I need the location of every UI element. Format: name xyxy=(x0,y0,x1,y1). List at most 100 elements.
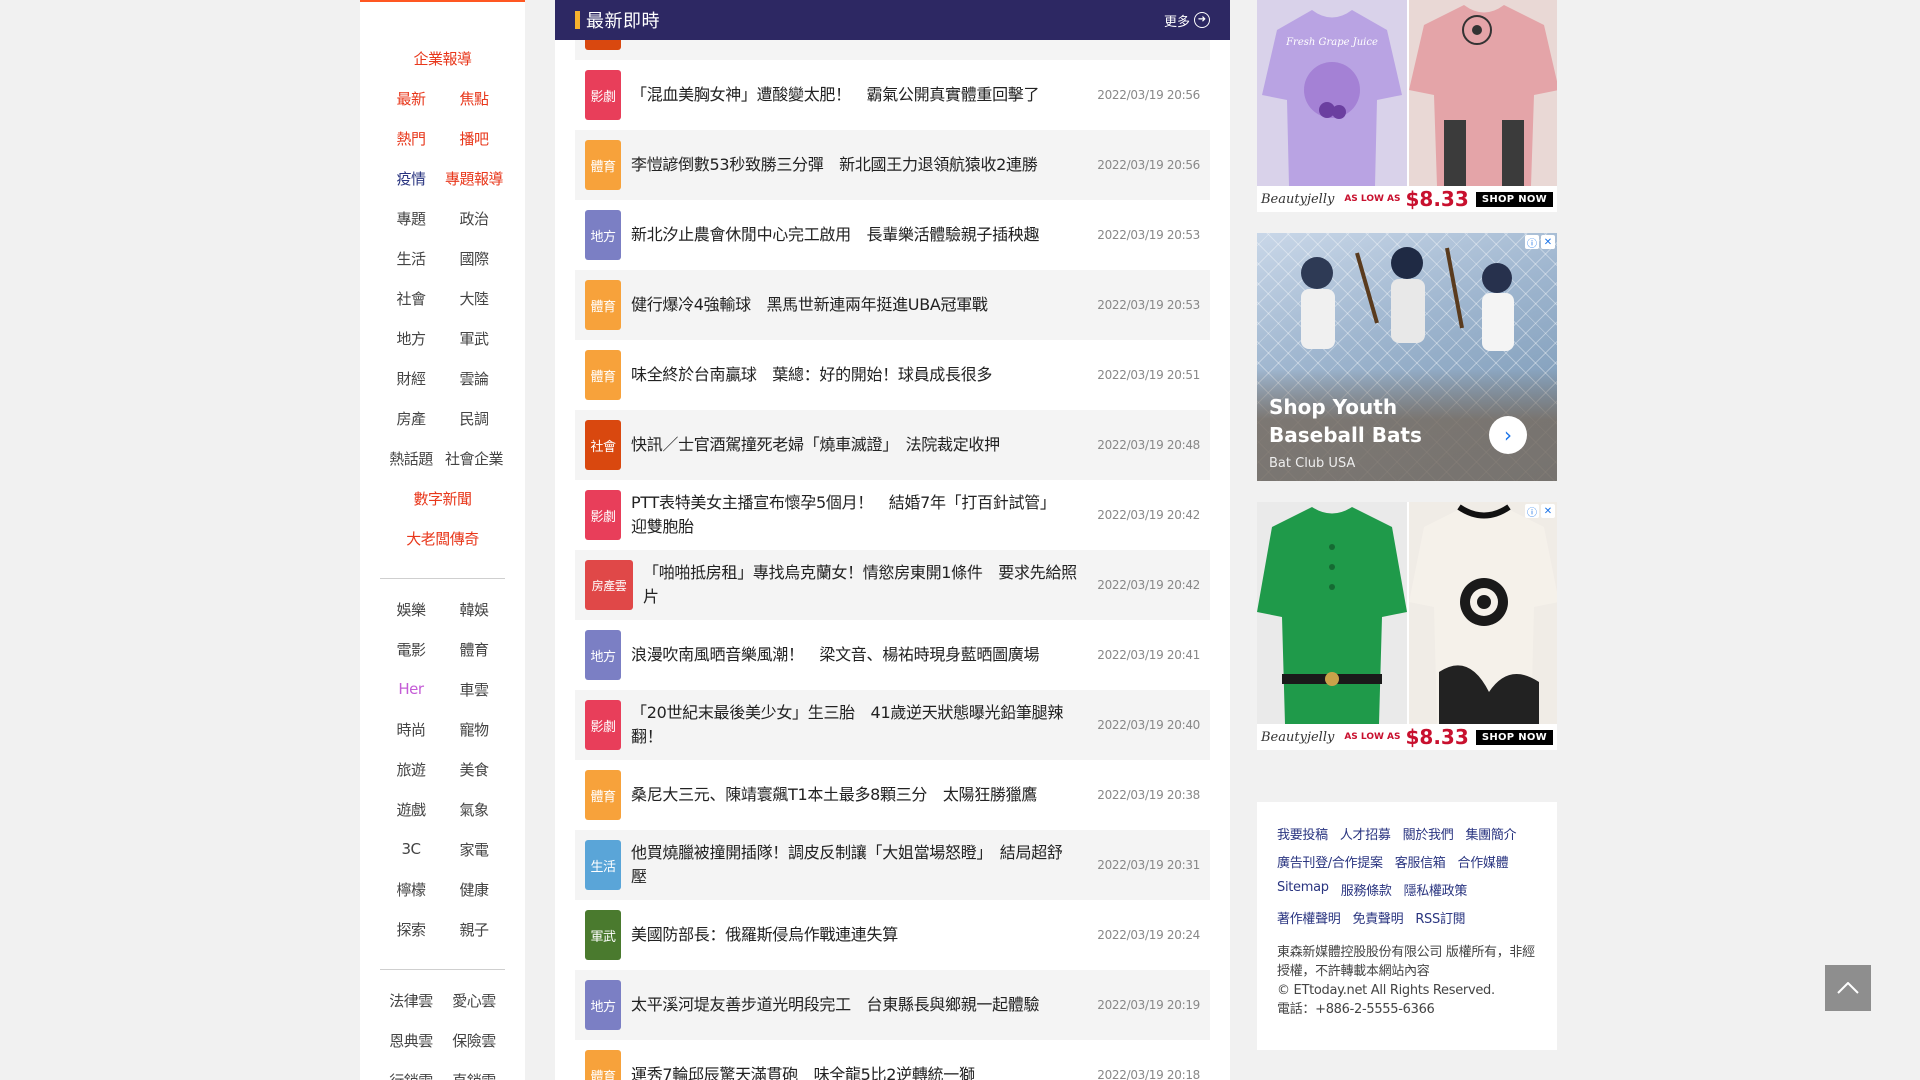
nav-item[interactable]: 健康 xyxy=(443,879,505,900)
footer-link[interactable]: 人才招募 xyxy=(1340,824,1391,843)
category-badge[interactable]: 地方 xyxy=(585,980,621,1030)
news-item[interactable]: 影劇 「20世紀末最後美少女」生三胎 41歲逆天狀態曝光鉛筆腿辣翻！ 2022/03… xyxy=(575,690,1210,760)
news-headline[interactable]: 味全終於台南贏球 葉總：好的開始！球員成長很多 xyxy=(631,363,1071,387)
nav-item[interactable]: 恩典雲 xyxy=(380,1030,442,1051)
category-badge[interactable]: 體育 xyxy=(585,280,621,330)
shop-now-button[interactable]: SHOP NOW xyxy=(1475,191,1553,207)
category-badge[interactable]: 軍武 xyxy=(585,910,621,960)
nav-item[interactable]: 雲論 xyxy=(443,368,505,389)
news-headline[interactable]: 桑尼大三元、陳靖寰飆T1本土最多8顆三分 太陽狂勝獵鷹 xyxy=(631,783,1071,807)
category-badge[interactable]: 生活 xyxy=(585,840,621,890)
nav-item[interactable]: 熱話題 xyxy=(380,448,442,469)
nav-item[interactable]: 地方 xyxy=(380,328,442,349)
nav-item[interactable]: 體育 xyxy=(443,639,505,660)
news-headline[interactable]: 太平溪河堤友善步道光明段完工 台東縣長與鄉親一起體驗 xyxy=(631,993,1071,1017)
footer-link[interactable]: RSS訂閱 xyxy=(1415,908,1465,927)
footer-link[interactable]: 集團簡介 xyxy=(1465,824,1516,843)
news-headline[interactable]: 「20世紀末最後美少女」生三胎 41歲逆天狀態曝光鉛筆腿辣翻！ xyxy=(631,701,1071,749)
nav-item[interactable]: 財經 xyxy=(380,368,442,389)
nav-item[interactable]: 數字新聞 xyxy=(380,488,505,509)
nav-item[interactable]: 房產 xyxy=(380,408,442,429)
category-badge[interactable]: 地方 xyxy=(585,630,621,680)
footer-link[interactable]: 合作媒體 xyxy=(1458,852,1509,871)
ad-info-icon[interactable]: ⓘ xyxy=(1525,504,1539,519)
category-badge[interactable]: 地方 xyxy=(585,210,621,260)
news-headline[interactable]: 美國防部長：俄羅斯侵烏作戰連連失算 xyxy=(631,923,1071,947)
back-to-top-button[interactable] xyxy=(1825,965,1871,1011)
news-headline[interactable]: PTT表特美女主播宣布懷孕5個月！ 結婚7年「打百針試管」迎雙胞胎 xyxy=(631,491,1071,539)
nav-item[interactable]: 檸檬 xyxy=(380,879,442,900)
nav-item[interactable]: 法律雲 xyxy=(380,990,442,1011)
news-headline[interactable]: 運秀7輪邱辰驚天滿貫砲 味全龍5比2逆轉統一獅 xyxy=(631,1063,1071,1080)
category-badge[interactable]: 房產雲 xyxy=(585,560,633,610)
nav-item[interactable]: 旅遊 xyxy=(380,759,442,780)
ad-baseball-bats[interactable]: ⓘ ✕ Shop Youth Baseball Bats Bat Club US… xyxy=(1257,233,1557,481)
news-item[interactable]: 社會 快訊／士官酒駕撞死老婦「燒車滅證」 法院裁定收押 2022/03/19 20:… xyxy=(575,410,1210,480)
ad-close-icon[interactable]: ✕ xyxy=(1541,235,1555,249)
nav-item[interactable]: 愛心雲 xyxy=(443,990,505,1011)
nav-item[interactable]: 探索 xyxy=(380,919,442,940)
news-item[interactable]: 體育 桑尼大三元、陳靖寰飆T1本土最多8顆三分 太陽狂勝獵鷹 2022/03/19 … xyxy=(575,760,1210,830)
news-headline[interactable]: 浪漫吹南風晒音樂風潮！ 梁文音、楊祐時現身藍晒圖廣場 xyxy=(631,643,1071,667)
nav-item[interactable]: 國際 xyxy=(443,248,505,269)
category-badge[interactable]: 社會 xyxy=(585,420,621,470)
nav-item[interactable]: Her xyxy=(380,680,442,698)
nav-item[interactable]: 企業報導 xyxy=(380,48,505,69)
ad-close-icon[interactable]: ✕ xyxy=(1541,504,1555,518)
nav-item[interactable]: 軍武 xyxy=(443,328,505,349)
news-item[interactable]: 地方 太平溪河堤友善步道光明段完工 台東縣長與鄉親一起體驗 2022/03/19 2… xyxy=(575,970,1210,1040)
news-item[interactable]: 體育 李愷諺倒數53秒致勝三分彈 新北國王力退領航猿收2連勝 2022/03/19 … xyxy=(575,130,1210,200)
nav-item[interactable]: 寵物 xyxy=(443,719,505,740)
nav-item[interactable]: 焦點 xyxy=(443,88,505,109)
footer-link[interactable]: 我要投稿 xyxy=(1277,824,1328,843)
nav-item[interactable]: 疫情 xyxy=(380,168,442,189)
nav-item[interactable]: 民調 xyxy=(443,408,505,429)
nav-item[interactable]: 大陸 xyxy=(443,288,505,309)
footer-link[interactable]: 隱私權政策 xyxy=(1404,880,1468,899)
nav-item[interactable]: 社會 xyxy=(380,288,442,309)
news-item[interactable]: 地方 新北汐止農會休閒中心完工啟用 長輩樂活體驗親子插秧趣 2022/03/19 2… xyxy=(575,200,1210,270)
footer-link[interactable]: 免責聲明 xyxy=(1353,908,1404,927)
news-item[interactable]: 影劇 PTT表特美女主播宣布懷孕5個月！ 結婚7年「打百針試管」迎雙胞胎 2022/… xyxy=(575,480,1210,550)
nav-item[interactable]: 社會企業 xyxy=(443,448,505,469)
category-badge[interactable]: 體育 xyxy=(585,1050,621,1080)
shop-now-button[interactable]: SHOP NOW xyxy=(1475,729,1553,745)
nav-item[interactable]: 美食 xyxy=(443,759,505,780)
footer-link[interactable]: 著作權聲明 xyxy=(1277,908,1341,927)
news-headline[interactable]: 新北汐止農會休閒中心完工啟用 長輩樂活體驗親子插秧趣 xyxy=(631,223,1071,247)
nav-item[interactable]: 大老闆傳奇 xyxy=(380,528,505,549)
news-item[interactable]: 房產雲 「啪啪抵房租」專找烏克蘭女！情慾房東開1條件 要求先給照片 2022/03/… xyxy=(575,550,1210,620)
news-item[interactable]: 體育 味全終於台南贏球 葉總：好的開始！球員成長很多 2022/03/19 20:5… xyxy=(575,340,1210,410)
nav-item[interactable]: 生活 xyxy=(380,248,442,269)
nav-item[interactable]: 播吧 xyxy=(443,128,505,149)
ad-info-icon[interactable]: ⓘ xyxy=(1525,235,1539,250)
footer-link[interactable]: 關於我們 xyxy=(1403,824,1454,843)
news-item[interactable]: 體育 運秀7輪邱辰驚天滿貫砲 味全龍5比2逆轉統一獅 2022/03/19 20:1… xyxy=(575,1040,1210,1080)
category-badge[interactable]: 體育 xyxy=(585,770,621,820)
news-item[interactable]: 生活 他買燒臘被撞開插隊！調皮反制讓「大姐當場怒瞪」 結局超舒壓 2022/03/1… xyxy=(575,830,1210,900)
nav-item[interactable]: 氣象 xyxy=(443,799,505,820)
category-badge[interactable]: 影劇 xyxy=(585,490,621,540)
footer-link[interactable]: 廣告刊登/合作提案 xyxy=(1277,852,1383,871)
nav-item[interactable]: 專題 xyxy=(380,208,442,229)
footer-link[interactable]: Sitemap xyxy=(1277,880,1329,899)
nav-item[interactable]: 娛樂 xyxy=(380,599,442,620)
nav-item[interactable]: 家電 xyxy=(443,839,505,860)
nav-item[interactable]: 專題報導 xyxy=(443,168,505,189)
news-headline[interactable]: 「混血美胸女神」遭酸變太肥！ 霸氣公開真實體重回擊了 xyxy=(631,83,1071,107)
nav-item[interactable]: 政治 xyxy=(443,208,505,229)
chevron-right-icon[interactable]: › xyxy=(1489,416,1527,454)
news-item[interactable]: 體育 健行爆冷4強輸球 黑馬世新連兩年挺進UBA冠軍戰 2022/03/19 20:… xyxy=(575,270,1210,340)
news-headline[interactable]: 健行爆冷4強輸球 黑馬世新連兩年挺進UBA冠軍戰 xyxy=(631,293,1071,317)
nav-item[interactable]: 保險雲 xyxy=(443,1030,505,1051)
nav-item[interactable]: 時尚 xyxy=(380,719,442,740)
category-badge[interactable]: 體育 xyxy=(585,350,621,400)
ad-headline[interactable]: Shop Youth Baseball Bats xyxy=(1269,393,1499,449)
category-badge[interactable]: 影劇 xyxy=(585,70,621,120)
nav-item[interactable]: 最新 xyxy=(380,88,442,109)
footer-link[interactable]: 服務條款 xyxy=(1341,880,1392,899)
nav-item[interactable]: 韓娛 xyxy=(443,599,505,620)
nav-item[interactable]: 遊戲 xyxy=(380,799,442,820)
ad-clothing-bottom[interactable]: ⓘ ✕ Beautyjelly AS LOW AS $8.33 SHOP NOW xyxy=(1257,502,1557,750)
ad-product-image[interactable] xyxy=(1407,0,1557,190)
